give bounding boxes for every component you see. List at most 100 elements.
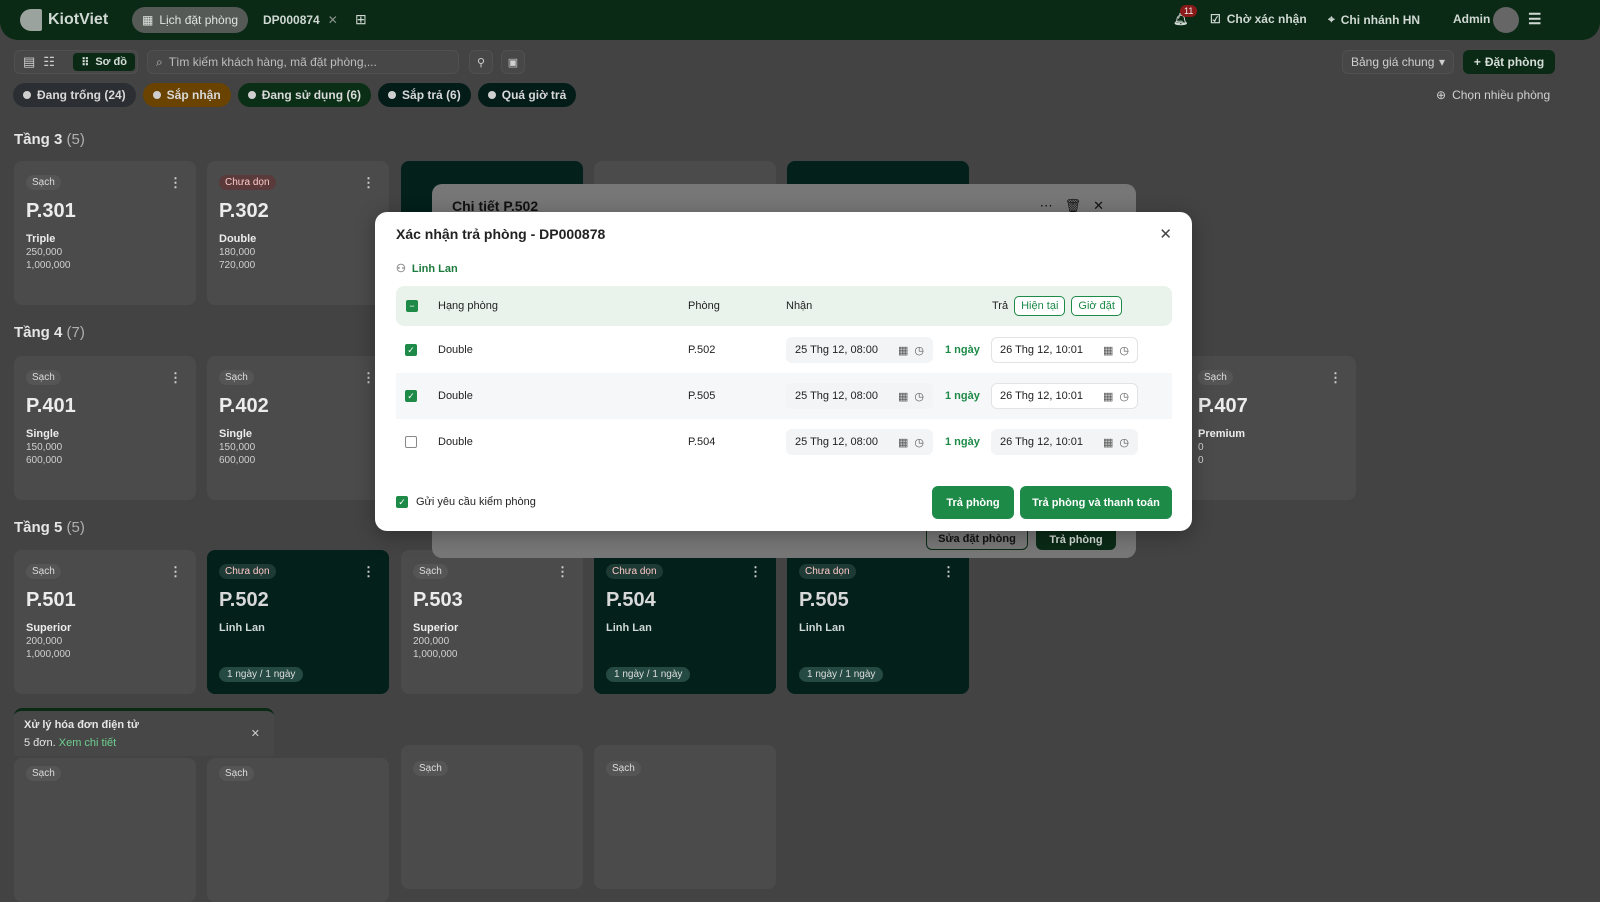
map-view-button[interactable]: ⠿ Sơ đồ: [73, 53, 135, 71]
room-name: P.302: [219, 200, 269, 222]
location-icon: ⌖: [1328, 12, 1335, 26]
room-card[interactable]: Chưa dọn ⋮ P.502 Linh Lan 1 ngày / 1 ngày: [207, 550, 389, 694]
room-card[interactable]: Sạch: [594, 745, 776, 889]
list-view-icon[interactable]: ☷: [43, 54, 55, 70]
book-room-button[interactable]: + Đặt phòng: [1463, 50, 1555, 74]
nights-count: 1 ngày: [945, 344, 980, 356]
room-type: Double: [438, 436, 473, 448]
close-icon[interactable]: ✕: [251, 727, 260, 740]
room-name: P.401: [26, 395, 76, 417]
room-card[interactable]: Sạch ⋮ P.503 Superior 200,000 1,000,000: [401, 550, 583, 694]
daily-price: 1,000,000: [26, 260, 71, 271]
filter-icon[interactable]: ⚲: [469, 50, 493, 74]
more-icon[interactable]: ⋮: [556, 564, 569, 580]
tab-booking-calendar[interactable]: ▦ Lịch đặt phòng: [132, 7, 249, 33]
view-details-link[interactable]: Xem chi tiết: [59, 737, 116, 749]
book-label: Đặt phòng: [1484, 55, 1545, 69]
clock-icon: ◷: [1119, 344, 1129, 357]
select-multiple-rooms[interactable]: ⊕ Chọn nhiều phòng: [1436, 88, 1550, 102]
more-icon[interactable]: ⋯: [1040, 198, 1065, 213]
send-inspection-option[interactable]: ✓ Gửi yêu cầu kiểm phòng: [396, 496, 536, 508]
map-view-label: Sơ đồ: [95, 56, 127, 68]
room-name: P.301: [26, 200, 76, 222]
room-card[interactable]: Sạch ⋮ P.402 Single 150,000 600,000: [207, 356, 389, 500]
customer-name: Linh Lan: [411, 262, 458, 275]
more-icon[interactable]: ⋮: [362, 564, 375, 580]
filter-vacant[interactable]: Đang trống (24): [13, 83, 136, 107]
more-icon[interactable]: ⋮: [1329, 370, 1342, 386]
more-icon[interactable]: ⋮: [749, 564, 762, 580]
branch-selector[interactable]: ⌖ Chi nhánh HN: [1328, 12, 1420, 27]
row-checkbox[interactable]: ✓: [405, 344, 417, 356]
checkout-button[interactable]: Trả phòng: [932, 486, 1014, 519]
checkout-input: 26 Thg 12, 10:01 ▦ ◷: [991, 429, 1138, 455]
row-checkbox[interactable]: ✓: [405, 390, 417, 402]
menu-icon[interactable]: ☰: [1528, 10, 1541, 28]
room-name: P.501: [26, 589, 76, 611]
set-booked-time-button[interactable]: Giờ đặt: [1071, 296, 1122, 316]
table-header: − Hạng phòng Phòng Nhận Trả Hiện tại Giờ đ…: [396, 286, 1172, 326]
room-card[interactable]: Sạch ⋮ P.501 Superior 200,000 1,000,000: [14, 550, 196, 694]
room-card[interactable]: Sạch: [14, 758, 196, 902]
room-card[interactable]: Chưa dọn ⋮ P.504 Linh Lan 1 ngày / 1 ngày: [594, 550, 776, 694]
more-icon[interactable]: ⋮: [362, 370, 375, 386]
customer[interactable]: ⚇ Linh Lan: [396, 262, 458, 276]
more-icon[interactable]: ⋮: [362, 175, 375, 191]
hourly-price: 150,000: [26, 442, 63, 453]
guest-name: Linh Lan: [606, 622, 652, 634]
status-filters: Đang trống (24) Sắp nhận Đang sử dụng (6…: [13, 83, 577, 107]
close-icon[interactable]: ✕: [1093, 198, 1116, 213]
new-tab-icon[interactable]: ⊞: [355, 11, 367, 28]
room-type: Double: [438, 344, 473, 356]
more-icon[interactable]: ⋮: [169, 564, 182, 580]
more-icon[interactable]: ⋮: [942, 564, 955, 580]
room-card[interactable]: Chưa dọn ⋮ P.505 Linh Lan 1 ngày / 1 ngày: [787, 550, 969, 694]
checkout-and-pay-button[interactable]: Trả phòng và thanh toán: [1020, 486, 1172, 519]
filter-label: Sắp nhận: [166, 88, 221, 102]
filter-in-use[interactable]: Đang sử dụng (6): [237, 83, 372, 107]
calendar-icon: ▦: [142, 13, 154, 27]
select-all-checkbox[interactable]: −: [406, 300, 418, 312]
set-now-button[interactable]: Hiện tại: [1014, 296, 1066, 316]
filter-overdue[interactable]: Quá giờ trả: [477, 83, 577, 107]
table-row: Double P.504 25 Thg 12, 08:00 ▦ ◷ 1 ngày 2…: [396, 419, 1172, 465]
logo-icon: [20, 9, 42, 31]
tab-booking[interactable]: DP000874 ✕: [263, 13, 338, 27]
price-list-select[interactable]: Bảng giá chung ▾: [1342, 50, 1454, 74]
close-icon[interactable]: ✕: [1159, 225, 1172, 243]
checkout-input[interactable]: 26 Thg 12, 10:01 ▦ ◷: [991, 337, 1138, 363]
checkout-input[interactable]: 26 Thg 12, 10:01 ▦ ◷: [991, 383, 1138, 409]
room-card[interactable]: Sạch: [401, 745, 583, 889]
brand-logo[interactable]: KiotViet: [20, 9, 108, 31]
checkin-input: 25 Thg 12, 08:00 ▦ ◷: [786, 383, 933, 409]
filter-departing[interactable]: Sắp trả (6): [378, 83, 471, 107]
pending-label: Chờ xác nhận: [1226, 12, 1307, 26]
filter-arriving[interactable]: Sắp nhận: [142, 83, 231, 107]
send-inspection-checkbox[interactable]: ✓: [396, 496, 408, 508]
checkin-input: 25 Thg 12, 08:00 ▦ ◷: [786, 337, 933, 363]
room-card[interactable]: Chưa dọn ⋮ P.302 Double 180,000 720,000: [207, 161, 389, 305]
daily-price: 720,000: [219, 260, 256, 271]
stay-duration: 1 ngày / 1 ngày: [606, 667, 691, 682]
room-card[interactable]: Sạch: [207, 758, 389, 902]
close-icon[interactable]: ✕: [328, 13, 338, 27]
room-card[interactable]: Sạch ⋮ P.407 Premium 0 0: [1174, 356, 1356, 500]
room-type: Double: [219, 233, 257, 245]
more-icon[interactable]: ⋮: [169, 370, 182, 386]
avatar[interactable]: [1493, 7, 1519, 33]
user-name[interactable]: Admin: [1453, 12, 1490, 26]
status-tag: Sạch: [1198, 370, 1233, 385]
toast-title: Xử lý hóa đơn điện tử: [24, 719, 139, 731]
trash-icon[interactable]: 🗑︎: [1065, 198, 1094, 213]
more-icon[interactable]: ⋮: [169, 175, 182, 191]
row-checkbox[interactable]: [405, 436, 417, 448]
room-card[interactable]: Sạch ⋮ P.301 Triple 250,000 1,000,000: [14, 161, 196, 305]
qr-icon[interactable]: ▣: [501, 50, 525, 74]
col-type: Hạng phòng: [438, 300, 498, 312]
col-checkout: Trả: [992, 300, 1009, 312]
status-tag: Sạch: [26, 766, 61, 781]
pending-button[interactable]: ☑ Chờ xác nhận: [1210, 12, 1307, 26]
room-card[interactable]: Sạch ⋮ P.401 Single 150,000 600,000: [14, 356, 196, 500]
table-view-icon[interactable]: ▤: [23, 54, 35, 70]
search-input[interactable]: ⌕ Tìm kiếm khách hàng, mã đặt phòng,...: [147, 50, 459, 74]
